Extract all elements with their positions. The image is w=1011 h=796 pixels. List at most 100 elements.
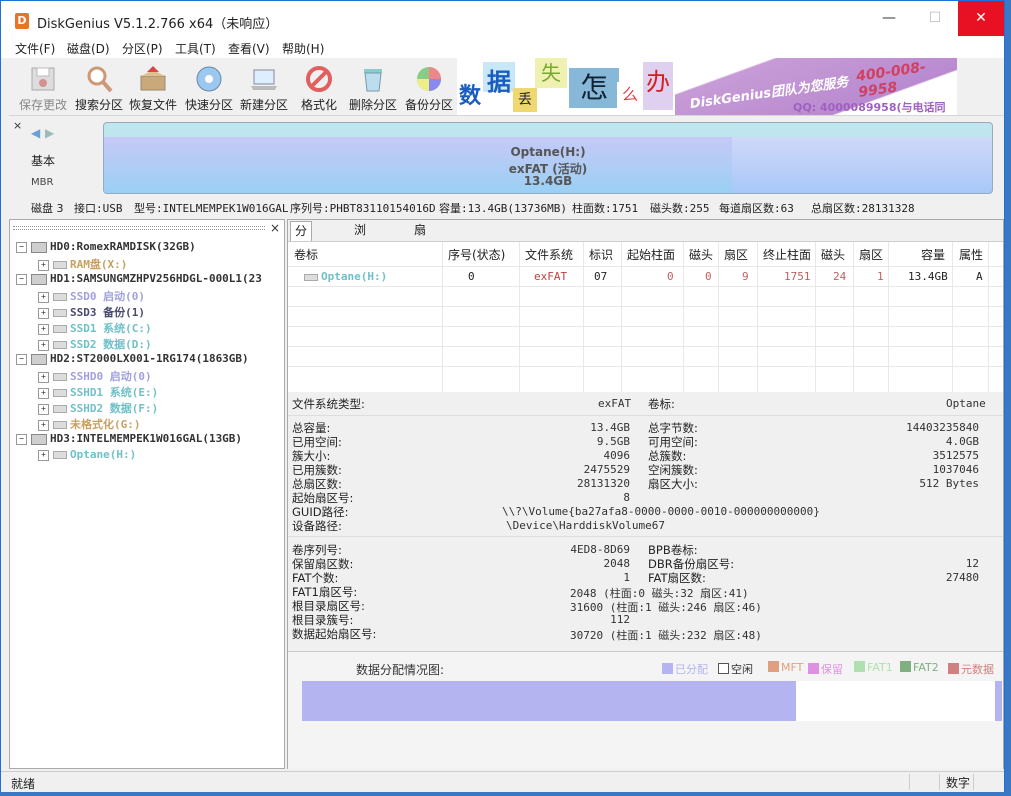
tree-partition-item[interactable]: + 未格式化(G:): [38, 416, 141, 432]
col-header-index[interactable]: 序号(状态): [448, 246, 505, 263]
banner-char-1: 数: [459, 78, 485, 109]
tree-disk-item[interactable]: − HD2:ST2000LX001-1RG174(1863GB): [16, 352, 249, 368]
collapse-icon[interactable]: −: [16, 241, 27, 253]
backup-partition-button[interactable]: 备份分区: [401, 62, 457, 114]
tree-partition-item[interactable]: + RAM盘(X:): [38, 256, 127, 272]
col-header-start-head[interactable]: 磁头: [689, 246, 713, 263]
menu-partition[interactable]: 分区(P): [122, 40, 163, 57]
menu-view[interactable]: 查看(V): [228, 40, 270, 57]
tree-partition-item[interactable]: + SSD1 系统(C:): [38, 320, 152, 336]
menu-help[interactable]: 帮助(H): [282, 40, 324, 57]
col-header-start-sector[interactable]: 扇区: [724, 246, 748, 263]
allocation-bar[interactable]: [302, 681, 1002, 721]
quick-partition-button[interactable]: 快速分区: [181, 62, 237, 114]
collapse-icon[interactable]: −: [16, 433, 27, 445]
partition-block[interactable]: Optane(H:) exFAT (活动) 13.4GB: [103, 122, 993, 194]
partition-icon: [53, 389, 67, 397]
tree-partition-item[interactable]: + SSHD2 数据(F:): [38, 400, 158, 416]
info-value: 28131320: [577, 477, 630, 490]
expand-icon[interactable]: +: [38, 419, 49, 431]
tab-sector-editor[interactable]: 扇区编辑: [410, 221, 430, 294]
forbid-icon: [304, 64, 334, 94]
new-partition-button[interactable]: 新建分区: [236, 62, 292, 114]
toolbar: 保存更改 搜索分区 恢复文件 快速分区 新建分区 格式化 删除分区 备份分区 数…: [9, 58, 1004, 116]
menu-disk[interactable]: 磁盘(D): [67, 40, 110, 57]
info-key: 数据起始扇区号:: [292, 627, 377, 641]
tab-browse-files[interactable]: 浏览文件: [350, 221, 370, 294]
disk-map-close-icon[interactable]: ×: [13, 119, 22, 132]
info-value: 12: [965, 557, 979, 570]
fs-type-value: exFAT: [598, 397, 632, 410]
tree-disk-item[interactable]: − HD0:RomexRAMDISK(32GB): [16, 240, 196, 256]
device-path-label: 设备路径:: [292, 519, 342, 533]
legend-item: 元数据: [948, 661, 994, 677]
legend-swatch: [808, 663, 819, 674]
collapse-icon[interactable]: −: [16, 273, 27, 285]
tree-partition-item[interactable]: + SSHD0 启动(0): [38, 368, 152, 384]
minimize-button[interactable]: —: [866, 1, 912, 36]
prev-disk-arrow-icon[interactable]: ◀: [31, 126, 40, 140]
partition-icon: [53, 421, 67, 429]
tree-partition-item[interactable]: + SSD3 备份(1): [38, 304, 145, 320]
search-partition-button[interactable]: 搜索分区: [71, 62, 127, 114]
pie-icon: [414, 64, 444, 94]
legend-label: 元数据: [961, 663, 994, 676]
partition-icon: [304, 273, 318, 281]
col-header-end-head[interactable]: 磁头: [821, 246, 845, 263]
expand-icon[interactable]: +: [38, 387, 49, 399]
partition-icon: [53, 405, 67, 413]
col-header-capacity[interactable]: 容量: [921, 246, 945, 263]
next-disk-arrow-icon[interactable]: ▶: [45, 126, 54, 140]
disk-info-line: 磁盘 3 接口:USB 型号:INTELMEMPEK1W016GAL 序列号:P…: [9, 197, 1004, 217]
recover-files-button[interactable]: 恢复文件: [125, 62, 181, 114]
info-value: 112: [610, 613, 630, 626]
expand-icon[interactable]: +: [38, 403, 49, 415]
disk-sectors-per-track: 每道扇区数:63: [719, 202, 794, 215]
expand-icon[interactable]: +: [38, 323, 49, 335]
col-header-start-cyl[interactable]: 起始柱面: [627, 246, 675, 263]
menu-tools[interactable]: 工具(T): [175, 40, 216, 57]
expand-icon[interactable]: +: [38, 449, 49, 461]
tree-disk-item[interactable]: − HD1:SAMSUNGMZHPV256HDGL-000L1(23: [16, 272, 262, 288]
tab-partition-params[interactable]: 分区参数: [290, 221, 313, 295]
expand-icon[interactable]: +: [38, 307, 49, 319]
allocation-used-segment: [787, 681, 793, 721]
col-header-fs[interactable]: 文件系统: [525, 246, 573, 263]
tree-item-label: SSD0 启动(0): [70, 290, 145, 303]
cell-end-sector: 1: [877, 270, 884, 283]
hard-disk-icon: [31, 241, 47, 253]
expand-icon[interactable]: +: [38, 371, 49, 383]
tree-item-label: HD1:SAMSUNGMZHPV256HDGL-000L1(23: [50, 272, 262, 285]
close-button[interactable]: ✕: [958, 1, 1004, 36]
col-header-end-sector[interactable]: 扇区: [859, 246, 883, 263]
ad-banner[interactable]: 数 据 丢 失 怎 么 办 DiskGenius团队为您服务 400-008-9…: [457, 58, 957, 115]
col-header-label[interactable]: 卷标: [294, 246, 318, 263]
menu-bar: 文件(F) 磁盘(D) 分区(P) 工具(T) 查看(V) 帮助(H): [1, 36, 1004, 58]
format-button[interactable]: 格式化: [291, 62, 347, 114]
panel-grip[interactable]: [13, 226, 265, 230]
tree-panel-close-icon[interactable]: ×: [270, 221, 280, 235]
legend-item: FAT2: [900, 661, 939, 674]
tree-partition-item[interactable]: + SSD0 启动(0): [38, 288, 145, 304]
info-value: 1037046: [932, 463, 979, 476]
tree-disk-item[interactable]: − HD3:INTELMEMPEK1W016GAL(13GB): [16, 432, 242, 448]
col-header-end-cyl[interactable]: 终止柱面: [763, 246, 811, 263]
col-header-id[interactable]: 标识: [589, 246, 613, 263]
tree-item-label: SSD2 数据(D:): [70, 338, 152, 351]
tree-partition-item[interactable]: + SSD2 数据(D:): [38, 336, 152, 352]
expand-icon[interactable]: +: [38, 339, 49, 351]
maximize-button[interactable]: ☐: [912, 1, 958, 36]
tree-partition-item[interactable]: + SSHD1 系统(E:): [38, 384, 158, 400]
menu-file[interactable]: 文件(F): [15, 40, 55, 57]
expand-icon[interactable]: +: [38, 259, 49, 271]
expand-icon[interactable]: +: [38, 291, 49, 303]
collapse-icon[interactable]: −: [16, 353, 27, 365]
cell-fs: exFAT: [534, 270, 568, 283]
tree-item-label: 未格式化(G:): [70, 418, 141, 431]
save-changes-button[interactable]: 保存更改: [15, 62, 71, 114]
tree-item-label: HD0:RomexRAMDISK(32GB): [50, 240, 196, 253]
tree-partition-item[interactable]: + Optane(H:): [38, 448, 136, 464]
delete-partition-button[interactable]: 删除分区: [345, 62, 401, 114]
device-path-value: \Device\HarddiskVolume67: [506, 519, 665, 532]
col-header-attr[interactable]: 属性: [959, 246, 983, 263]
